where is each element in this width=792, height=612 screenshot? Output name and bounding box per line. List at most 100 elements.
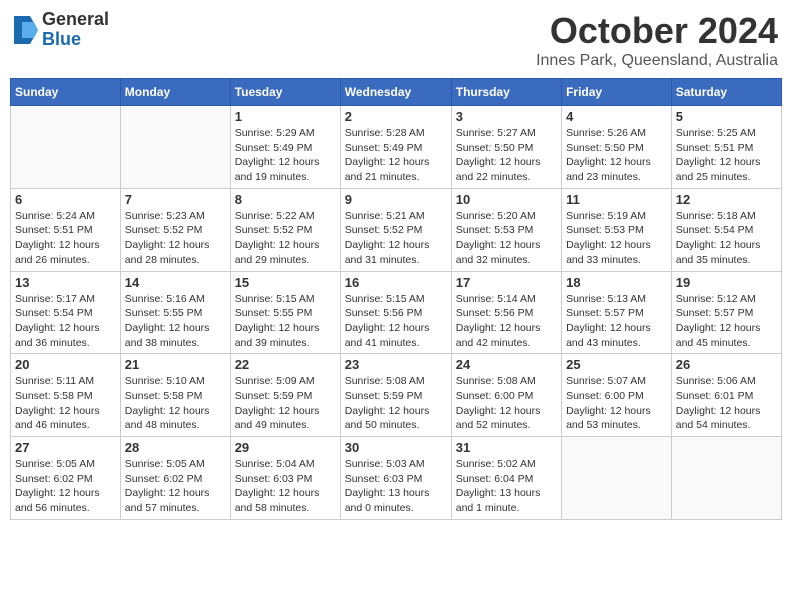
day-detail: Sunrise: 5:08 AM Sunset: 5:59 PM Dayligh…	[345, 374, 447, 433]
day-number: 28	[125, 440, 226, 455]
page-header: General Blue October 2024 Innes Park, Qu…	[10, 10, 782, 70]
day-number: 5	[676, 109, 777, 124]
calendar-cell	[120, 106, 230, 189]
day-detail: Sunrise: 5:05 AM Sunset: 6:02 PM Dayligh…	[125, 457, 226, 516]
day-number: 12	[676, 192, 777, 207]
calendar-cell: 2Sunrise: 5:28 AM Sunset: 5:49 PM Daylig…	[340, 106, 451, 189]
day-detail: Sunrise: 5:08 AM Sunset: 6:00 PM Dayligh…	[456, 374, 557, 433]
day-detail: Sunrise: 5:03 AM Sunset: 6:03 PM Dayligh…	[345, 457, 447, 516]
day-detail: Sunrise: 5:07 AM Sunset: 6:00 PM Dayligh…	[566, 374, 667, 433]
day-detail: Sunrise: 5:15 AM Sunset: 5:55 PM Dayligh…	[235, 292, 336, 351]
day-number: 26	[676, 357, 777, 372]
day-number: 22	[235, 357, 336, 372]
title-block: October 2024 Innes Park, Queensland, Aus…	[536, 10, 778, 70]
day-number: 20	[15, 357, 116, 372]
day-detail: Sunrise: 5:09 AM Sunset: 5:59 PM Dayligh…	[235, 374, 336, 433]
logo-icon	[14, 16, 38, 44]
calendar-cell: 6 Sunrise: 5:24 AM Sunset: 5:51 PM Daylig…	[11, 188, 121, 271]
day-detail: Sunrise: 5:24 AM Sunset: 5:51 PM Dayligh…	[15, 209, 116, 268]
logo-general: General	[42, 10, 109, 30]
calendar-header-thursday: Thursday	[451, 79, 561, 106]
calendar-cell: 8Sunrise: 5:22 AM Sunset: 5:52 PM Daylig…	[230, 188, 340, 271]
day-number: 19	[676, 275, 777, 290]
calendar-cell: 12 Sunrise: 5:18 AM Sunset: 5:54 PM Dayli…	[671, 188, 781, 271]
calendar-cell: 22 Sunrise: 5:09 AM Sunset: 5:59 PM Dayli…	[230, 354, 340, 437]
day-detail: Sunrise: 5:26 AM Sunset: 5:50 PM Dayligh…	[566, 126, 667, 185]
calendar-cell: 16 Sunrise: 5:15 AM Sunset: 5:56 PM Dayli…	[340, 271, 451, 354]
calendar-cell: 18 Sunrise: 5:13 AM Sunset: 5:57 PM Dayli…	[562, 271, 672, 354]
calendar-cell: 29 Sunrise: 5:04 AM Sunset: 6:03 PM Dayli…	[230, 437, 340, 520]
month-title: October 2024	[536, 10, 778, 52]
calendar-cell: 10 Sunrise: 5:20 AM Sunset: 5:53 PM Dayli…	[451, 188, 561, 271]
day-detail: Sunrise: 5:29 AM Sunset: 5:49 PM Dayligh…	[235, 126, 336, 185]
day-number: 16	[345, 275, 447, 290]
calendar-cell: 13Sunrise: 5:17 AM Sunset: 5:54 PM Dayli…	[11, 271, 121, 354]
day-number: 10	[456, 192, 557, 207]
day-number: 11	[566, 192, 667, 207]
day-number: 23	[345, 357, 447, 372]
day-detail: Sunrise: 5:10 AM Sunset: 5:58 PM Dayligh…	[125, 374, 226, 433]
day-number: 24	[456, 357, 557, 372]
day-number: 4	[566, 109, 667, 124]
day-detail: Sunrise: 5:06 AM Sunset: 6:01 PM Dayligh…	[676, 374, 777, 433]
logo-text: General Blue	[42, 10, 109, 50]
calendar-cell: 14Sunrise: 5:16 AM Sunset: 5:55 PM Dayli…	[120, 271, 230, 354]
calendar-cell: 19 Sunrise: 5:12 AM Sunset: 5:57 PM Dayli…	[671, 271, 781, 354]
day-number: 29	[235, 440, 336, 455]
day-detail: Sunrise: 5:05 AM Sunset: 6:02 PM Dayligh…	[15, 457, 116, 516]
day-detail: Sunrise: 5:04 AM Sunset: 6:03 PM Dayligh…	[235, 457, 336, 516]
calendar-header-saturday: Saturday	[671, 79, 781, 106]
calendar-week-row: 13Sunrise: 5:17 AM Sunset: 5:54 PM Dayli…	[11, 271, 782, 354]
calendar-week-row: 27 Sunrise: 5:05 AM Sunset: 6:02 PM Dayli…	[11, 437, 782, 520]
day-detail: Sunrise: 5:12 AM Sunset: 5:57 PM Dayligh…	[676, 292, 777, 351]
calendar-cell	[11, 106, 121, 189]
day-detail: Sunrise: 5:19 AM Sunset: 5:53 PM Dayligh…	[566, 209, 667, 268]
calendar-week-row: 1Sunrise: 5:29 AM Sunset: 5:49 PM Daylig…	[11, 106, 782, 189]
calendar-cell: 26 Sunrise: 5:06 AM Sunset: 6:01 PM Dayli…	[671, 354, 781, 437]
calendar-week-row: 20 Sunrise: 5:11 AM Sunset: 5:58 PM Dayli…	[11, 354, 782, 437]
calendar-cell: 3 Sunrise: 5:27 AM Sunset: 5:50 PM Daylig…	[451, 106, 561, 189]
calendar-cell: 17 Sunrise: 5:14 AM Sunset: 5:56 PM Dayli…	[451, 271, 561, 354]
day-number: 3	[456, 109, 557, 124]
day-number: 17	[456, 275, 557, 290]
calendar-cell: 25Sunrise: 5:07 AM Sunset: 6:00 PM Dayli…	[562, 354, 672, 437]
day-number: 15	[235, 275, 336, 290]
calendar-table: SundayMondayTuesdayWednesdayThursdayFrid…	[10, 78, 782, 520]
calendar-week-row: 6 Sunrise: 5:24 AM Sunset: 5:51 PM Daylig…	[11, 188, 782, 271]
day-detail: Sunrise: 5:21 AM Sunset: 5:52 PM Dayligh…	[345, 209, 447, 268]
calendar-cell: 21 Sunrise: 5:10 AM Sunset: 5:58 PM Dayli…	[120, 354, 230, 437]
calendar-cell: 7Sunrise: 5:23 AM Sunset: 5:52 PM Daylig…	[120, 188, 230, 271]
calendar-cell: 4 Sunrise: 5:26 AM Sunset: 5:50 PM Daylig…	[562, 106, 672, 189]
calendar-cell: 20 Sunrise: 5:11 AM Sunset: 5:58 PM Dayli…	[11, 354, 121, 437]
day-detail: Sunrise: 5:13 AM Sunset: 5:57 PM Dayligh…	[566, 292, 667, 351]
calendar-cell: 15 Sunrise: 5:15 AM Sunset: 5:55 PM Dayli…	[230, 271, 340, 354]
day-detail: Sunrise: 5:15 AM Sunset: 5:56 PM Dayligh…	[345, 292, 447, 351]
logo-blue: Blue	[42, 30, 109, 50]
day-number: 27	[15, 440, 116, 455]
calendar-cell: 30Sunrise: 5:03 AM Sunset: 6:03 PM Dayli…	[340, 437, 451, 520]
calendar-cell: 24 Sunrise: 5:08 AM Sunset: 6:00 PM Dayli…	[451, 354, 561, 437]
day-number: 21	[125, 357, 226, 372]
calendar-header-row: SundayMondayTuesdayWednesdayThursdayFrid…	[11, 79, 782, 106]
day-detail: Sunrise: 5:22 AM Sunset: 5:52 PM Dayligh…	[235, 209, 336, 268]
calendar-header-monday: Monday	[120, 79, 230, 106]
calendar-cell: 5 Sunrise: 5:25 AM Sunset: 5:51 PM Daylig…	[671, 106, 781, 189]
day-detail: Sunrise: 5:16 AM Sunset: 5:55 PM Dayligh…	[125, 292, 226, 351]
calendar-header-sunday: Sunday	[11, 79, 121, 106]
day-detail: Sunrise: 5:18 AM Sunset: 5:54 PM Dayligh…	[676, 209, 777, 268]
calendar-header-friday: Friday	[562, 79, 672, 106]
calendar-cell: 28 Sunrise: 5:05 AM Sunset: 6:02 PM Dayli…	[120, 437, 230, 520]
day-number: 18	[566, 275, 667, 290]
day-number: 2	[345, 109, 447, 124]
day-number: 31	[456, 440, 557, 455]
day-number: 9	[345, 192, 447, 207]
day-number: 7	[125, 192, 226, 207]
calendar-header-tuesday: Tuesday	[230, 79, 340, 106]
day-detail: Sunrise: 5:14 AM Sunset: 5:56 PM Dayligh…	[456, 292, 557, 351]
day-detail: Sunrise: 5:20 AM Sunset: 5:53 PM Dayligh…	[456, 209, 557, 268]
day-detail: Sunrise: 5:11 AM Sunset: 5:58 PM Dayligh…	[15, 374, 116, 433]
day-detail: Sunrise: 5:27 AM Sunset: 5:50 PM Dayligh…	[456, 126, 557, 185]
day-detail: Sunrise: 5:25 AM Sunset: 5:51 PM Dayligh…	[676, 126, 777, 185]
day-number: 13	[15, 275, 116, 290]
day-number: 6	[15, 192, 116, 207]
